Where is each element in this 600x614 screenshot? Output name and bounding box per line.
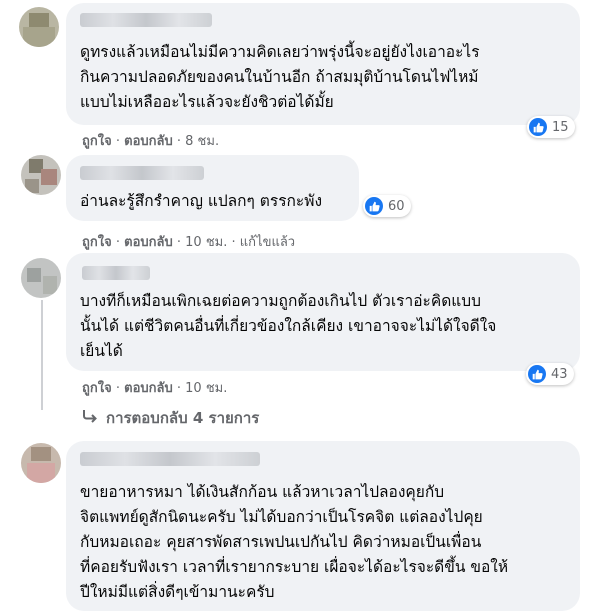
author-name[interactable]	[80, 452, 260, 466]
comment-3: บางทีก็เหมือนเพิกเฉยต่อความถูกต้องเกินไป…	[0, 250, 600, 435]
reaction-count[interactable]: 43	[526, 363, 574, 385]
separator: ·	[231, 235, 236, 250]
comment-bubble: อ่านละรู้สึกรำคาญ แปลกๆ ตรรกะพัง	[66, 155, 359, 221]
reaction-number: 43	[551, 366, 568, 382]
comment-bubble: ดูทรงแล้วเหมือนไม่มีความคิดเลยว่าพรุ่งนี…	[66, 3, 580, 125]
comment-text: ขายอาหารหมา ได้เงินสักก้อน แล้วหาเวลาไปล…	[80, 483, 509, 601]
thumbs-up-icon	[529, 118, 547, 136]
author-name[interactable]	[82, 266, 150, 280]
comment-2: อ่านละรู้สึกรำคาญ แปลกๆ ตรรกะพัง 60 ถูกใ…	[0, 150, 600, 250]
avatar[interactable]	[19, 7, 59, 47]
comment-text: อ่านละรู้สึกรำคาญ แปลกๆ ตรรกะพัง	[80, 192, 323, 210]
separator: ·	[115, 381, 120, 396]
comment-1: ดูทรงแล้วเหมือนไม่มีความคิดเลยว่าพรุ่งนี…	[0, 0, 600, 150]
reaction-number: 60	[388, 198, 405, 214]
avatar[interactable]	[21, 443, 61, 483]
comment-4: ขายอาหารหมา ได้เงินสักก้อน แล้วหาเวลาไปล…	[0, 435, 600, 614]
author-name[interactable]	[80, 166, 204, 180]
comment-actions: ถูกใจ · ตอบกลับ · 10 ชม. · แก้ไขแล้ว	[82, 231, 295, 252]
timestamp[interactable]: 10 ชม.	[185, 381, 227, 396]
reaction-count[interactable]: 15	[527, 116, 575, 138]
reply-link[interactable]: ตอบกลับ	[124, 134, 173, 149]
separator: ·	[115, 134, 120, 149]
separator: ·	[176, 134, 182, 149]
edited-label: แก้ไขแล้ว	[239, 235, 296, 250]
view-replies-link[interactable]: การตอบกลับ 4 รายการ	[82, 406, 259, 430]
like-link[interactable]: ถูกใจ	[82, 235, 112, 250]
reaction-number: 15	[552, 119, 569, 135]
author-name[interactable]	[80, 13, 212, 27]
avatar[interactable]	[21, 258, 61, 298]
reply-link[interactable]: ตอบกลับ	[124, 381, 173, 396]
like-link[interactable]: ถูกใจ	[82, 134, 112, 149]
thumbs-up-icon	[365, 197, 383, 215]
reply-arrow-icon	[82, 409, 98, 427]
reaction-count[interactable]: 60	[363, 195, 411, 217]
separator: ·	[115, 235, 120, 250]
comment-bubble: ขายอาหารหมา ได้เงินสักก้อน แล้วหาเวลาไปล…	[66, 441, 580, 611]
like-link[interactable]: ถูกใจ	[82, 381, 112, 396]
separator: ·	[176, 381, 182, 396]
timestamp[interactable]: 8 ชม.	[185, 134, 219, 149]
comment-actions: ถูกใจ · ตอบกลับ · 10 ชม.	[82, 377, 227, 398]
timestamp[interactable]: 10 ชม.	[185, 235, 227, 250]
avatar[interactable]	[21, 155, 61, 195]
comment-bubble: บางทีก็เหมือนเพิกเฉยต่อความถูกต้องเกินไป…	[66, 253, 580, 371]
comment-text: บางทีก็เหมือนเพิกเฉยต่อความถูกต้องเกินไป…	[80, 292, 497, 360]
replies-label: การตอบกลับ 4 รายการ	[106, 409, 260, 427]
thread-line	[41, 300, 43, 410]
reply-link[interactable]: ตอบกลับ	[124, 235, 173, 250]
comment-text: ดูทรงแล้วเหมือนไม่มีความคิดเลยว่าพรุ่งนี…	[80, 43, 480, 111]
thumbs-up-icon	[528, 365, 546, 383]
separator: ·	[176, 235, 182, 250]
comment-actions: ถูกใจ · ตอบกลับ · 8 ชม.	[82, 130, 219, 151]
